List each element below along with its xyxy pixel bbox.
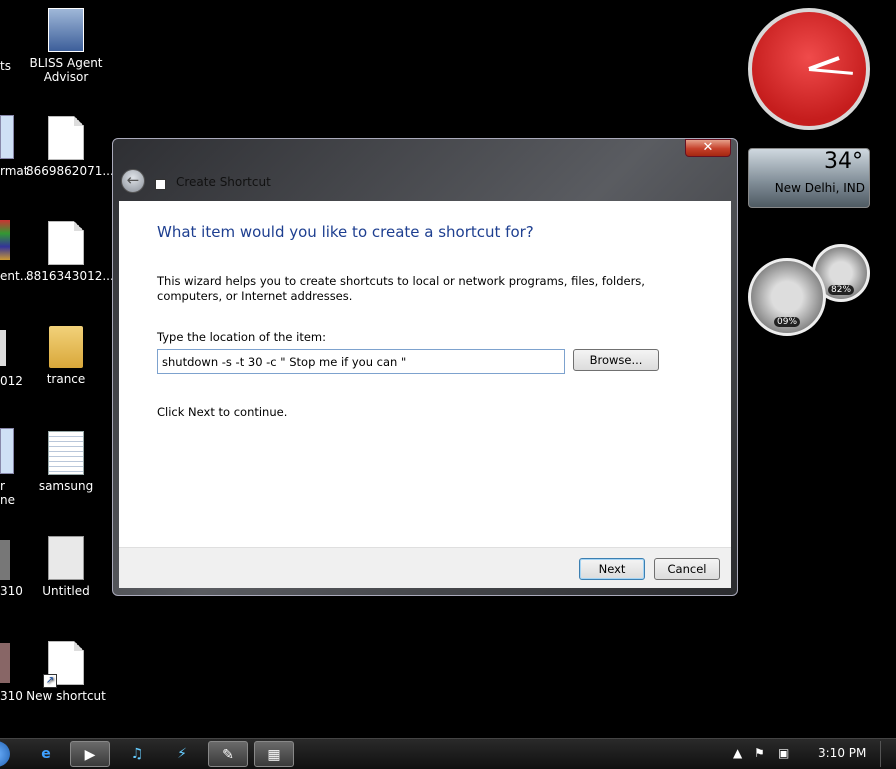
weather-city: New Delhi, IND (774, 181, 865, 195)
cpu-meter-percent: 09% (773, 317, 801, 327)
shortcut-file-icon: ↗ (43, 641, 84, 688)
taskbar: e ▶ ♫ ⚡ ✎ ▦ ▲ ⚑ ▣ 3:10 PM (0, 738, 896, 769)
desktop-icon-file-1[interactable]: 8669862071... (26, 116, 114, 178)
desktop-icon-label: 8816343012... (26, 269, 114, 283)
clock-gadget[interactable] (748, 8, 870, 130)
location-input[interactable] (157, 349, 565, 374)
wizard-content: What item would you like to create a sho… (119, 201, 731, 547)
desktop-icon-label: Untitled (42, 584, 90, 598)
file-icon (48, 116, 84, 160)
wizard-heading: What item would you like to create a sho… (157, 223, 534, 241)
media-player-icon[interactable]: ▶ (70, 741, 110, 767)
cpu-meter-gadget[interactable]: 09% (748, 258, 826, 336)
shortcut-arrow-icon: ↗ (43, 674, 57, 688)
desktop-edge-label[interactable]: ne (0, 493, 15, 507)
cancel-button[interactable]: Cancel (654, 558, 720, 580)
desktop-edge-label[interactable]: ts (0, 59, 11, 73)
image-icon (0, 540, 10, 580)
desktop-icon-label: samsung (38, 479, 94, 493)
browse-button[interactable]: Browse... (573, 349, 659, 371)
desktop-icon-label: BLISS Agent Advisor (29, 56, 103, 84)
create-shortcut-window: ✕ ← Create Shortcut What item would you … (112, 138, 738, 596)
next-button[interactable]: Next (579, 558, 645, 580)
document-icon (0, 115, 14, 159)
desktop-edge-label[interactable]: 012 (0, 374, 23, 388)
weather-gadget[interactable]: 34° New Delhi, IND (748, 148, 870, 208)
wizard-footer: Next Cancel (119, 547, 731, 588)
clock-minute-hand (808, 68, 853, 75)
back-arrow-icon[interactable]: ← (121, 169, 145, 193)
action-center-flag-icon[interactable]: ⚑ (754, 746, 765, 760)
image-file-icon (48, 536, 84, 580)
desktop-edge-label[interactable]: 310 (0, 689, 23, 703)
show-desktop-button[interactable] (880, 741, 893, 767)
document-icon (0, 428, 14, 474)
taskbar-clock[interactable]: 3:10 PM (818, 746, 866, 760)
desktop-icon-untitled[interactable]: Untitled (26, 536, 106, 598)
desktop-icon-file-2[interactable]: 8816343012... (26, 221, 114, 283)
location-label: Type the location of the item: (157, 330, 327, 344)
paint-icon[interactable]: ✎ (208, 741, 248, 767)
picasa-icon[interactable]: ▦ (254, 741, 294, 767)
desktop-edge-label[interactable]: r (0, 479, 5, 493)
desktop-edge-label[interactable]: 310 (0, 584, 23, 598)
itunes-icon[interactable]: ♫ (117, 741, 157, 767)
close-button[interactable]: ✕ (685, 139, 731, 157)
network-icon[interactable]: ▣ (778, 746, 789, 760)
folder-icon (49, 326, 83, 368)
desktop-icon-label: 8669862071... (26, 164, 114, 178)
text-file-icon (48, 431, 84, 475)
document-icon (0, 330, 6, 366)
internet-explorer-icon[interactable]: e (26, 741, 66, 767)
desktop-icon-samsung[interactable]: samsung (26, 431, 106, 493)
desktop-icon-trance[interactable]: trance (26, 326, 106, 386)
desktop-edge-label[interactable]: rmat (0, 164, 28, 178)
computer-icon (48, 8, 84, 52)
wizard-description: This wizard helps you to create shortcut… (157, 274, 645, 303)
weather-temperature: 34° (824, 149, 863, 174)
window-title: Create Shortcut (176, 175, 271, 189)
desktop-icon-label: New shortcut (26, 689, 106, 703)
start-button[interactable] (0, 741, 10, 767)
app-icon[interactable]: ⚡ (162, 741, 202, 767)
image-icon (0, 643, 10, 683)
archive-icon (0, 220, 10, 260)
desktop-icon-bliss[interactable]: BLISS Agent Advisor (26, 8, 106, 84)
continue-hint: Click Next to continue. (157, 405, 288, 419)
desktop-icon-label: trance (46, 372, 86, 386)
ram-meter-percent: 82% (827, 285, 855, 295)
desktop-icon-new-shortcut[interactable]: ↗ New shortcut (26, 641, 106, 703)
shortcut-icon (155, 179, 166, 190)
file-icon (48, 221, 84, 265)
show-hidden-icons[interactable]: ▲ (733, 746, 742, 760)
